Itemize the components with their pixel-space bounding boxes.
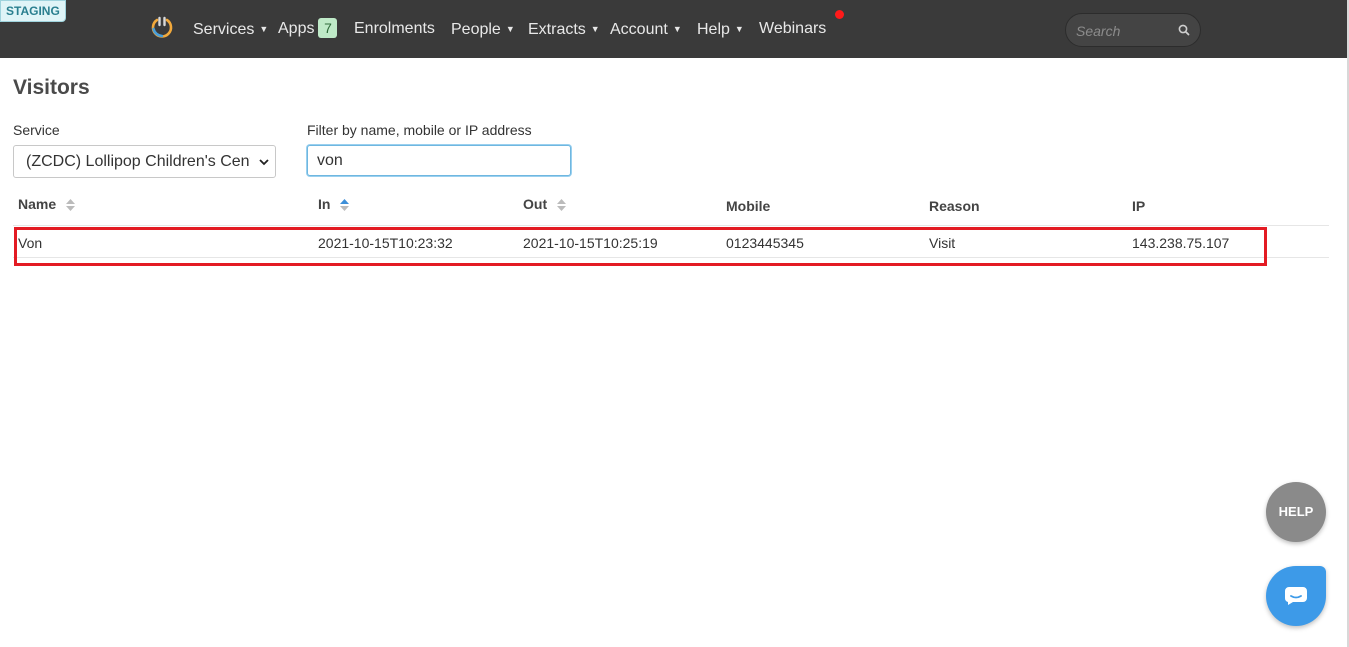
- nav-apps-label: Apps: [278, 20, 315, 37]
- chevron-down-icon: [259, 159, 269, 166]
- nav-account-label: Account: [610, 21, 668, 38]
- staging-badge: STAGING: [0, 0, 66, 22]
- nav-services-label: Services: [193, 21, 255, 38]
- table-header-divider: [13, 225, 1329, 226]
- cell-in: 2021-10-15T10:23:32: [318, 235, 453, 251]
- chat-button[interactable]: [1266, 566, 1326, 626]
- nav-webinars-label: Webinars: [759, 20, 827, 37]
- col-header-label: Name: [18, 196, 57, 212]
- service-select-value: (ZCDC) Lollipop Children's Centre: [26, 153, 250, 170]
- sort-asc-icon: [340, 199, 350, 211]
- nav-people-label: People: [451, 21, 501, 38]
- nav-extracts[interactable]: Extracts ▼: [528, 19, 600, 40]
- power-logo-icon[interactable]: [150, 15, 174, 39]
- notification-dot: [835, 10, 844, 19]
- nav-help[interactable]: Help ▼: [697, 19, 744, 40]
- table-row-divider: [13, 257, 1329, 258]
- col-header-label: In: [318, 196, 331, 212]
- service-label: Service: [13, 122, 60, 138]
- col-header-reason: Reason: [929, 198, 980, 214]
- cell-out: 2021-10-15T10:25:19: [523, 235, 658, 251]
- nav-people[interactable]: People ▼: [451, 19, 515, 40]
- sort-icon: [66, 199, 76, 211]
- cell-reason: Visit: [929, 235, 956, 251]
- cell-name: Von: [18, 235, 43, 251]
- col-header-name[interactable]: Name: [18, 195, 76, 213]
- nav-enrolments-label: Enrolments: [354, 20, 435, 37]
- page-title: Visitors: [13, 76, 90, 99]
- apps-count-badge: 7: [318, 18, 338, 38]
- top-navbar: STAGING Services ▼ Apps 7 Enrolments Peopl…: [0, 0, 1347, 58]
- nav-enrolments[interactable]: Enrolments: [354, 19, 435, 39]
- col-header-out[interactable]: Out: [523, 195, 566, 213]
- caret-down-icon: ▼: [259, 24, 269, 34]
- nav-webinars[interactable]: Webinars: [759, 19, 826, 39]
- search-box: [1065, 13, 1201, 47]
- cell-ip: 143.238.75.107: [1132, 235, 1230, 251]
- caret-down-icon: ▼: [590, 24, 600, 34]
- caret-down-icon: ▼: [505, 24, 515, 34]
- search-input[interactable]: [1076, 21, 1171, 41]
- sort-icon: [557, 199, 566, 211]
- caret-down-icon: ▼: [672, 24, 682, 34]
- col-header-in[interactable]: In: [318, 195, 350, 213]
- chat-icon: [1284, 587, 1307, 605]
- nav-help-label: Help: [697, 21, 730, 38]
- help-button[interactable]: HELP: [1266, 482, 1326, 542]
- cell-mobile: 0123445345: [726, 235, 804, 251]
- nav-services[interactable]: Services ▼: [193, 19, 268, 40]
- nav-account[interactable]: Account ▼: [610, 19, 682, 40]
- col-header-ip: IP: [1132, 198, 1146, 214]
- col-header-mobile: Mobile: [726, 198, 771, 214]
- nav-extracts-label: Extracts: [528, 21, 586, 38]
- filter-label: Filter by name, mobile or IP address: [307, 122, 532, 138]
- search-icon[interactable]: [1177, 23, 1191, 37]
- filter-input[interactable]: [307, 145, 571, 176]
- caret-down-icon: ▼: [734, 24, 744, 34]
- nav-apps[interactable]: Apps 7: [278, 18, 338, 39]
- service-select[interactable]: (ZCDC) Lollipop Children's Centre: [13, 145, 276, 178]
- col-header-label: Out: [523, 196, 548, 212]
